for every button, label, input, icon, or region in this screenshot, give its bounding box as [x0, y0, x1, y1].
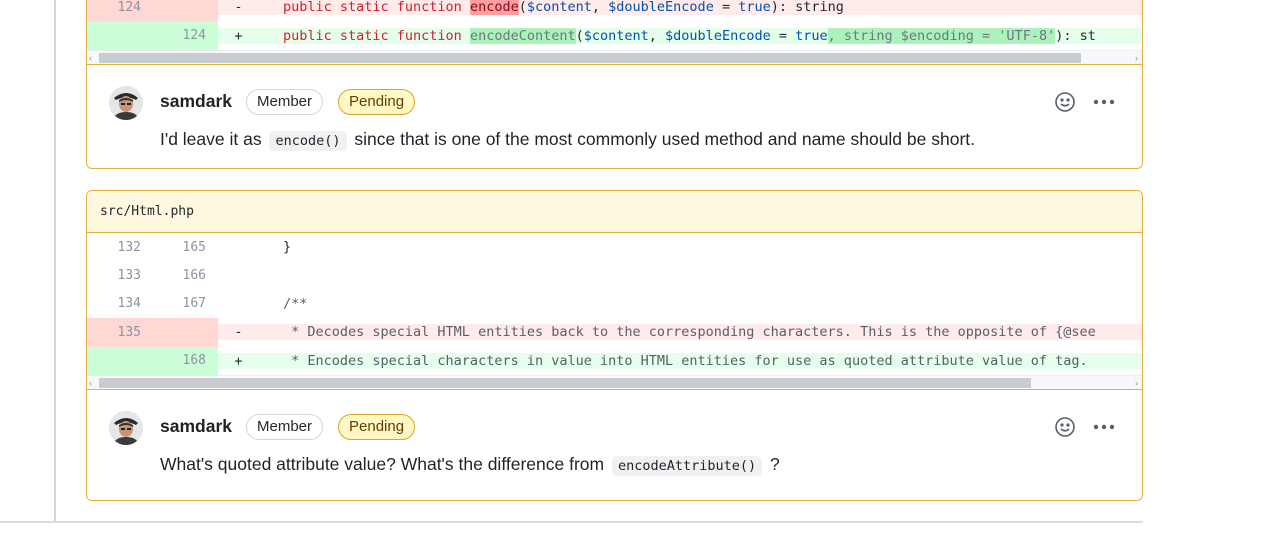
- comment-author[interactable]: samdark: [160, 416, 232, 437]
- old-line-number[interactable]: [87, 21, 153, 49]
- diff-line-ctx: 134 167 /**: [87, 290, 1142, 318]
- code-token: true: [795, 27, 828, 44]
- diff-sign: +: [218, 27, 253, 44]
- new-line-number[interactable]: 167: [153, 290, 218, 318]
- scroll-right-icon[interactable]: ›: [1135, 376, 1138, 390]
- scrollbar-thumb[interactable]: [99, 377, 1031, 388]
- diff-table: 124- public static function encode($conte…: [87, 0, 1142, 50]
- code-token: $content: [526, 0, 592, 16]
- old-line-number[interactable]: 135: [87, 318, 153, 346]
- old-line-number[interactable]: 133: [87, 261, 153, 289]
- code-token: true: [738, 0, 771, 16]
- code-token: encode: [469, 0, 519, 16]
- diff-line-add: 168 + * Encodes special characters in val…: [87, 346, 1142, 375]
- new-line-number[interactable]: 165: [153, 233, 218, 261]
- smiley-icon[interactable]: [1051, 413, 1079, 441]
- code-token: }: [283, 239, 292, 256]
- new-line-number[interactable]: 166: [153, 261, 218, 289]
- diff-sign: -: [218, 324, 253, 341]
- diff-line-ctx: 133 166: [87, 261, 1142, 289]
- file-path-header: src/Html.php: [87, 191, 1142, 233]
- code-token: (: [575, 27, 584, 44]
- file-path[interactable]: src/Html.php: [100, 204, 194, 219]
- comment-author[interactable]: samdark: [160, 91, 232, 112]
- scrollbar-thumb[interactable]: [99, 52, 1081, 63]
- code-token: $content: [583, 27, 649, 44]
- code-line: * Encodes special characters in value in…: [253, 352, 1142, 369]
- inline-code: encodeAttribute(): [611, 455, 763, 476]
- code-line: public static function encode($content, …: [253, 0, 1142, 16]
- kebab-icon[interactable]: [1090, 413, 1118, 441]
- scroll-left-icon[interactable]: ‹: [89, 51, 92, 65]
- comment-body: What's quoted attribute value? What's th…: [160, 453, 780, 476]
- member-badge: Member: [246, 413, 324, 440]
- new-line-number[interactable]: [153, 0, 218, 21]
- new-line-number[interactable]: [153, 318, 218, 346]
- kebab-icon[interactable]: [1090, 88, 1118, 116]
- code-token: , string $encoding = 'UTF-8': [827, 27, 1056, 44]
- code-token: ,: [648, 27, 666, 44]
- code-token: public static function: [283, 27, 470, 44]
- code-token: /**: [283, 295, 308, 312]
- code-token: ): string: [770, 0, 844, 16]
- code-token: (: [518, 0, 527, 16]
- code-token: =: [713, 0, 739, 16]
- code-token: encodeContent: [469, 27, 576, 44]
- old-line-number[interactable]: [87, 347, 153, 375]
- code-token: $doubleEncode: [665, 27, 771, 44]
- horizontal-scrollbar[interactable]: ‹ ›: [87, 374, 1142, 390]
- code-line: }: [253, 239, 1142, 255]
- line-numbers: 124: [87, 21, 218, 50]
- smiley-icon[interactable]: [1051, 88, 1079, 116]
- inline-code: encode(): [269, 130, 347, 151]
- diff-line-del: 135 - * Decodes special HTML entities bac…: [87, 318, 1142, 347]
- code-line: public static function encodeContent($co…: [253, 27, 1142, 44]
- old-line-number[interactable]: 132: [87, 233, 153, 261]
- code-token: ): st: [1055, 27, 1096, 44]
- line-numbers: 124: [87, 0, 218, 22]
- user-avatar[interactable]: [109, 85, 143, 120]
- diff-table: 132 165} 133 166 134 167/** 135- * Decodes spe…: [87, 233, 1142, 375]
- old-line-number[interactable]: 134: [87, 290, 153, 318]
- member-badge: Member: [246, 88, 324, 115]
- new-line-number[interactable]: 124: [153, 21, 218, 49]
- horizontal-scrollbar[interactable]: ‹ ›: [87, 49, 1142, 65]
- code-line: * Decodes special HTML entities back to …: [253, 324, 1142, 341]
- line-numbers: 132 165: [87, 233, 218, 261]
- code-token: * Decodes special HTML entities back to …: [283, 324, 1096, 341]
- user-avatar[interactable]: [109, 410, 143, 445]
- comment-body: I'd leave it as encode() since that is o…: [160, 128, 976, 151]
- line-numbers: 135: [87, 318, 218, 347]
- timeline-end-divider: [0, 521, 1143, 523]
- line-numbers: 133 166: [87, 261, 218, 289]
- line-numbers: 168: [87, 346, 218, 375]
- diff-sign: +: [218, 352, 253, 369]
- diff-line-ctx: 132 165}: [87, 233, 1142, 261]
- code-token: ,: [591, 0, 609, 16]
- timeline-line: [54, 0, 56, 522]
- pending-badge: Pending: [338, 88, 416, 115]
- old-line-number[interactable]: 124: [87, 0, 153, 21]
- scroll-left-icon[interactable]: ‹: [89, 376, 92, 390]
- diff-line-add: 124 + public static function encodeContent…: [87, 21, 1142, 50]
- review-thread-2: src/Html.php 132 165} 133 166 134 167/** 135- …: [86, 190, 1143, 501]
- code-token: * Encodes special characters in value in…: [283, 352, 1088, 369]
- code-token: $doubleEncode: [608, 0, 714, 16]
- pending-badge: Pending: [338, 413, 416, 440]
- diff-line-del: 124- public static function encode($conte…: [87, 0, 1142, 22]
- review-comment: samdark Member Pending I'd leave it as e…: [87, 63, 1142, 168]
- new-line-number[interactable]: 168: [153, 347, 218, 375]
- line-numbers: 134 167: [87, 290, 218, 318]
- review-thread-1: 124- public static function encode($conte…: [86, 0, 1143, 169]
- diff-sign: -: [218, 0, 253, 16]
- code-token: =: [770, 27, 796, 44]
- review-comment: samdark Member Pending What's quoted att…: [87, 388, 1142, 500]
- code-line: /**: [253, 296, 1142, 312]
- scroll-right-icon[interactable]: ›: [1135, 51, 1138, 65]
- code-token: public static function: [283, 0, 470, 16]
